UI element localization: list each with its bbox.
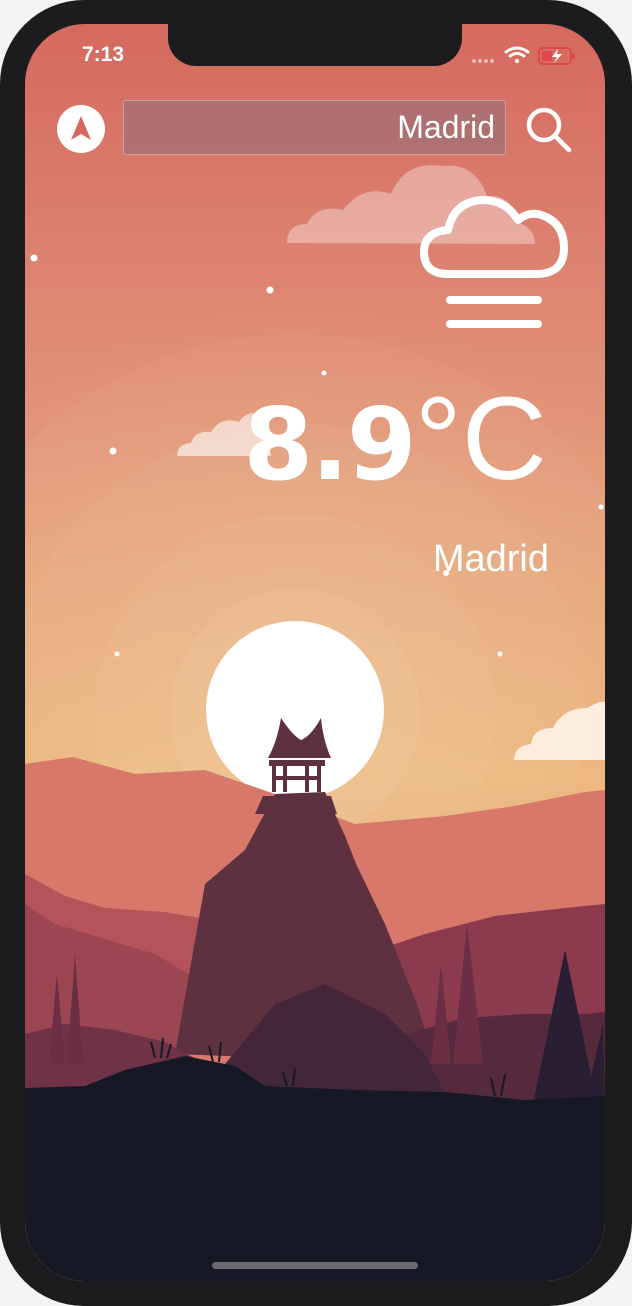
app-screen: 8.9°C Madrid	[25, 24, 605, 1281]
cloud-fog-icon	[420, 196, 568, 328]
home-indicator[interactable]	[212, 1262, 418, 1269]
device-frame: 8.9°C Madrid 7:13	[0, 0, 632, 1306]
wifi-icon	[504, 46, 530, 63]
temperature-display: 8.9°C	[243, 380, 547, 498]
status-time: 7:13	[82, 43, 125, 66]
battery-charging-icon	[538, 47, 575, 65]
city-name: Madrid	[432, 538, 549, 580]
city-search-input[interactable]	[123, 100, 506, 155]
temperature-unit: °C	[414, 373, 547, 505]
search-button[interactable]	[524, 105, 574, 155]
magnifier-icon	[526, 107, 572, 153]
temperature-value: 8.9	[243, 386, 416, 503]
sun	[206, 621, 384, 799]
status-icons	[472, 46, 575, 65]
signal-dots-icon	[472, 59, 494, 63]
device-notch	[168, 24, 462, 66]
location-button[interactable]	[57, 105, 105, 153]
